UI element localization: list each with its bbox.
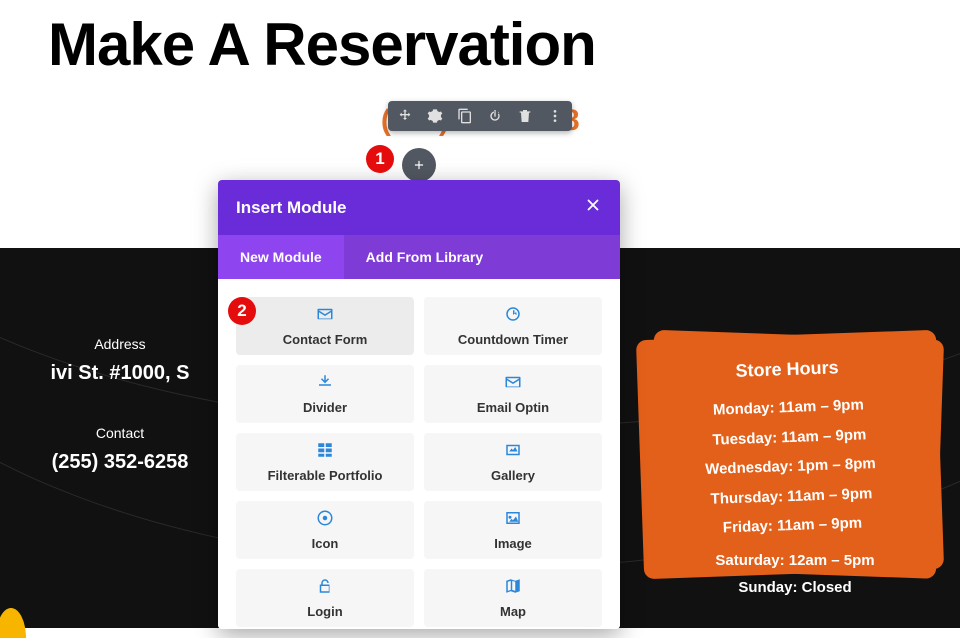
tab-new-module[interactable]: New Module bbox=[218, 235, 344, 279]
module-label: Email Optin bbox=[477, 400, 549, 415]
modal-tabs: New Module Add From Library bbox=[218, 235, 620, 279]
module-filterable-portfolio[interactable]: Filterable Portfolio bbox=[236, 433, 414, 491]
hours-line: Saturday: 12am – 5pm bbox=[630, 552, 960, 569]
close-button[interactable] bbox=[584, 196, 602, 219]
module-gallery[interactable]: Gallery bbox=[424, 433, 602, 491]
map-icon bbox=[504, 577, 522, 600]
module-login[interactable]: Login bbox=[236, 569, 414, 627]
lock-icon bbox=[316, 577, 334, 600]
module-label: Divider bbox=[303, 400, 347, 415]
module-label: Countdown Timer bbox=[458, 332, 568, 347]
grid-icon bbox=[316, 441, 334, 464]
annotation-marker-2: 2 bbox=[228, 297, 256, 325]
move-icon[interactable] bbox=[396, 107, 414, 125]
more-icon[interactable] bbox=[546, 107, 564, 125]
module-contact-form[interactable]: Contact Form bbox=[236, 297, 414, 355]
store-hours-title: Store Hours bbox=[657, 355, 918, 385]
module-map[interactable]: Map bbox=[424, 569, 602, 627]
hours-line: Sunday: Closed bbox=[630, 579, 960, 596]
duplicate-icon[interactable] bbox=[456, 107, 474, 125]
hours-line: Monday: 11am – 9pm bbox=[658, 393, 919, 422]
hours-line: Tuesday: 11am – 9pm bbox=[659, 423, 920, 452]
module-label: Login bbox=[307, 604, 342, 619]
left-info-column: Address ivi St. #1000, S Contact (255) 3… bbox=[0, 330, 240, 514]
module-label: Map bbox=[500, 604, 526, 619]
module-label: Icon bbox=[312, 536, 339, 551]
hours-line: Wednesday: 1pm – 8pm bbox=[660, 452, 921, 481]
address-label: Address bbox=[0, 336, 240, 352]
hours-line: Friday: 11am – 9pm bbox=[662, 511, 923, 540]
mail-icon bbox=[316, 305, 334, 328]
module-email-optin[interactable]: Email Optin bbox=[424, 365, 602, 423]
module-toolbar bbox=[388, 101, 572, 131]
module-divider[interactable]: Divider bbox=[236, 365, 414, 423]
page-title: Make A Reservation bbox=[0, 0, 960, 79]
module-countdown-timer[interactable]: Countdown Timer bbox=[424, 297, 602, 355]
module-label: Gallery bbox=[491, 468, 535, 483]
module-label: Filterable Portfolio bbox=[268, 468, 383, 483]
module-image[interactable]: Image bbox=[424, 501, 602, 559]
add-module-button[interactable] bbox=[402, 148, 436, 182]
store-hours-card: Store Hours Monday: 11am – 9pm Tuesday: … bbox=[636, 330, 944, 579]
contact-value: (255) 352-6258 bbox=[0, 451, 240, 474]
store-hours-overflow: Saturday: 12am – 5pm Sunday: Closed bbox=[630, 552, 960, 606]
module-label: Image bbox=[494, 536, 532, 551]
power-icon[interactable] bbox=[486, 107, 504, 125]
divider-icon bbox=[316, 373, 334, 396]
modal-header: Insert Module bbox=[218, 180, 620, 235]
close-icon bbox=[584, 196, 602, 214]
module-label: Contact Form bbox=[283, 332, 368, 347]
gear-icon[interactable] bbox=[426, 107, 444, 125]
contact-label: Contact bbox=[0, 425, 240, 441]
gallery-icon bbox=[504, 441, 522, 464]
module-grid: Contact Form Countdown Timer Divider Email … bbox=[236, 297, 602, 627]
modal-title: Insert Module bbox=[236, 198, 347, 218]
annotation-marker-1: 1 bbox=[366, 145, 394, 173]
tab-add-from-library[interactable]: Add From Library bbox=[344, 235, 505, 279]
address-value: ivi St. #1000, S bbox=[0, 362, 240, 385]
mail-icon bbox=[504, 373, 522, 396]
trash-icon[interactable] bbox=[516, 107, 534, 125]
hours-line: Thursday: 11am – 9pm bbox=[661, 482, 922, 511]
insert-module-modal: Insert Module New Module Add From Librar… bbox=[218, 180, 620, 629]
circle-dot-icon bbox=[316, 509, 334, 532]
image-icon bbox=[504, 509, 522, 532]
modal-body: Contact Form Countdown Timer Divider Email … bbox=[218, 279, 620, 629]
plus-icon bbox=[412, 158, 426, 172]
module-icon[interactable]: Icon bbox=[236, 501, 414, 559]
timer-icon bbox=[504, 305, 522, 328]
